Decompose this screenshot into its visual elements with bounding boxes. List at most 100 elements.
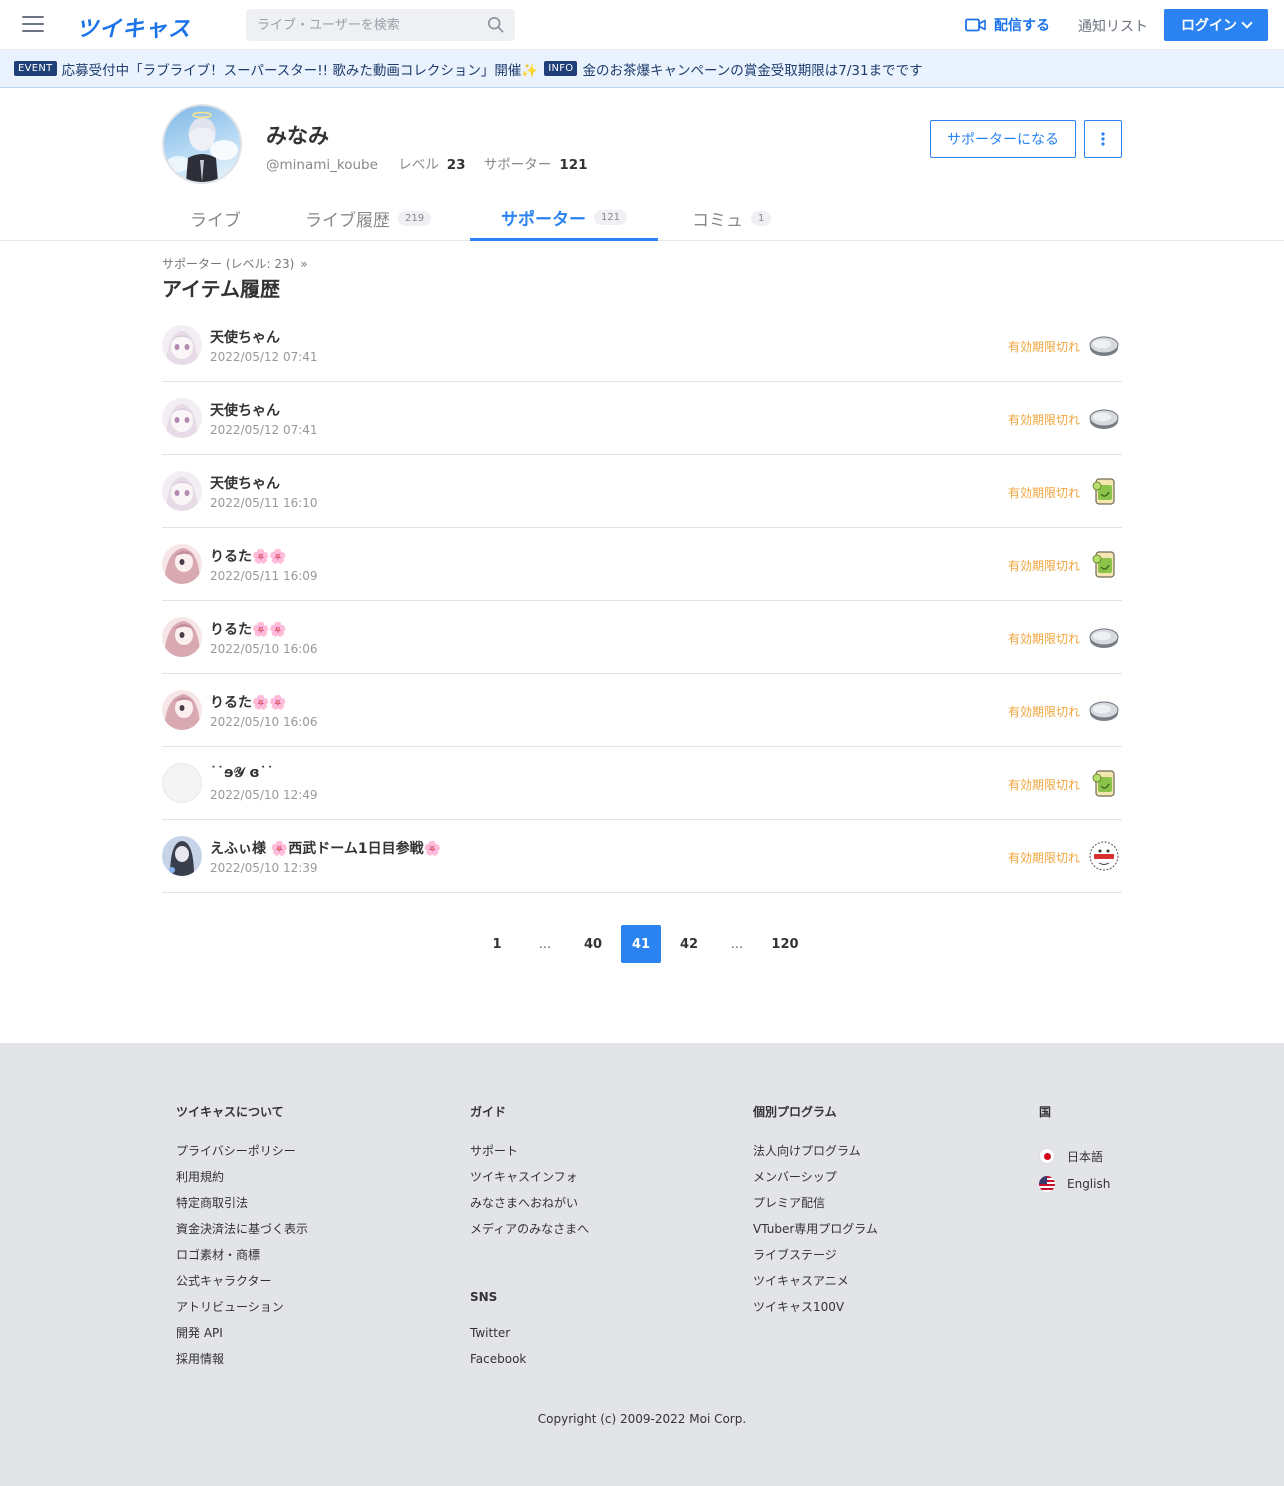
event-tag: EVENT [14,61,57,76]
language-english[interactable]: English [1039,1170,1110,1198]
footer-link[interactable]: みなさまへおねがい [470,1194,589,1220]
tab-supporters[interactable]: サポーター 121 [470,196,658,241]
become-supporter-button[interactable]: サポーターになる [930,120,1076,158]
level-label: レベル [398,157,439,173]
event-announcement-link[interactable]: 応募受付中「ラブライブ！スーパースター!! 歌みた動画コレクション」開催✨ [62,59,539,79]
info-tag: INFO [544,61,578,76]
page-link[interactable]: 41 [621,925,661,963]
status-label: 有効期限切れ [1007,851,1080,865]
coin-icon [1088,621,1120,653]
footer-link[interactable]: ツイキャス100V [753,1298,878,1324]
user-avatar[interactable] [162,325,202,365]
user-avatar[interactable] [162,398,202,438]
tab-live-history[interactable]: ライブ履歴 219 [305,196,432,241]
tab-label: ライブ [190,211,241,231]
footer-link[interactable]: Twitter [470,1326,589,1352]
footer-link[interactable]: ロゴ素材・商標 [176,1246,308,1272]
user-name-link[interactable]: 天使ちゃん [210,473,280,493]
pagination: 1... 40 41 42... 120 [477,925,813,963]
footer-link[interactable]: プレミア配信 [753,1194,878,1220]
copyright: Copyright (c) 2009-2022 Moi Corp. [537,1412,747,1426]
tab-live[interactable]: ライブ [190,196,241,241]
user-name-link[interactable]: 天使ちゃん [210,327,280,347]
item-date: 2022/05/11 16:09 [210,569,318,583]
user-avatar[interactable] [162,471,202,511]
item-date: 2022/05/12 07:41 [210,350,318,364]
footer-link[interactable]: プライバシーポリシー [176,1142,308,1168]
footer-link[interactable]: Facebook [470,1352,589,1378]
language-japanese[interactable]: 日本語 [1039,1142,1110,1170]
footer-link[interactable]: 開発 API [176,1324,308,1350]
footer-link[interactable]: 資金決済法に基づく表示 [176,1220,308,1246]
page-link[interactable]: 1 [477,925,517,963]
announcement-bar: EVENT 応募受付中「ラブライブ！スーパースター!! 歌みた動画コレクション」… [0,50,1284,88]
breadcrumb[interactable]: サポーター (レベル: 23) » [162,255,308,272]
user-avatar[interactable] [162,544,202,584]
status-label: 有効期限切れ [1007,632,1080,646]
item-history-list: 天使ちゃん 2022/05/12 07:41 有効期限切れ 天使ちゃん 2022/05/… [162,309,1122,893]
profile-avatar[interactable] [162,104,242,184]
page-link[interactable]: 120 [765,925,805,963]
user-name-link[interactable]: りるた🌸🌸 [210,546,287,566]
item-date: 2022/05/11 16:10 [210,496,318,510]
footer-link[interactable]: メンバーシップ [753,1168,878,1194]
status-label: 有効期限切れ [1007,559,1080,573]
info-announcement-link[interactable]: 金のお茶爆キャンペーンの賞金受取期限は7/31までです [582,59,922,79]
user-avatar[interactable] [162,617,202,657]
user-name-link[interactable]: えふぃ様 🌸西武ドーム1日目参戦🌸 [210,838,441,858]
breadcrumb-label: サポーター (レベル: 23) [162,257,295,271]
search-input[interactable] [246,9,476,41]
hamburger-menu-icon[interactable] [22,16,44,34]
status-label: 有効期限切れ [1007,705,1080,719]
broadcast-button[interactable]: 配信する [965,15,1050,35]
status-label: 有効期限切れ [1007,340,1080,354]
user-avatar[interactable] [162,763,202,803]
top-header: ツイキャス 配信する 通知リスト ログイン [0,0,1284,50]
user-name-link[interactable]: りるた🌸🌸 [210,692,287,712]
footer-heading: 個別プログラム [753,1105,837,1119]
user-avatar[interactable] [162,690,202,730]
footer-heading: SNS [470,1290,498,1304]
footer-link[interactable]: メディアのみなさまへ [470,1220,589,1246]
footer-link[interactable]: ツイキャスアニメ [753,1272,878,1298]
page-link[interactable]: 42 [669,925,709,963]
notification-list-link[interactable]: 通知リスト [1078,16,1148,36]
user-name-link[interactable]: りるた🌸🌸 [210,619,287,639]
footer-link[interactable]: サポート [470,1142,589,1168]
footer-link[interactable]: ツイキャスインフォ [470,1168,589,1194]
list-item: 天使ちゃん 2022/05/12 07:41 有効期限切れ [162,309,1122,382]
footer-heading: ツイキャスについて [176,1105,284,1119]
footer-link[interactable]: VTuber専用プログラム [753,1220,878,1246]
list-item: りるた🌸🌸 2022/05/11 16:09 有効期限切れ [162,528,1122,601]
language-label: 日本語 [1067,1149,1104,1164]
user-name-link[interactable]: ˙˙ɘ𝒴 ɞ˙˙ [210,765,274,781]
japan-flag-icon [1039,1148,1055,1164]
search-box [246,9,515,41]
profile-header: みなみ @minami_koube レベル 23 サポーター 121 サポーターにな… [162,104,1122,204]
tab-community[interactable]: コミュ 1 [692,196,772,241]
item-date: 2022/05/10 12:39 [210,861,318,875]
footer-link[interactable]: アトリビューション [176,1298,308,1324]
item-date: 2022/05/10 12:49 [210,788,318,802]
profile-meta: @minami_koube レベル 23 サポーター 121 [266,153,602,173]
broadcast-label: 配信する [994,18,1050,34]
more-options-button[interactable] [1084,120,1122,158]
search-icon[interactable] [487,16,505,34]
login-button[interactable]: ログイン [1164,9,1268,41]
page-link[interactable]: 40 [573,925,613,963]
user-avatar[interactable] [162,836,202,876]
footer-link[interactable]: 法人向けプログラム [753,1142,878,1168]
list-item: りるた🌸🌸 2022/05/10 16:06 有効期限切れ [162,601,1122,674]
site-logo[interactable]: ツイキャス [76,11,191,43]
footer-link[interactable]: ライブステージ [753,1246,878,1272]
footer-link[interactable]: 特定商取引法 [176,1194,308,1220]
supporter-count-label: サポーター [483,157,552,173]
footer-link[interactable]: 公式キャラクター [176,1272,308,1298]
footer-programs-column: 個別プログラム 法人向けプログラム メンバーシップ プレミア配信 VTuber専用プロ… [753,1103,878,1324]
footer-link[interactable]: 採用情報 [176,1350,308,1376]
site-footer: ツイキャスについて プライバシーポリシー 利用規約 特定商取引法 資金決済法に基づく表… [0,1043,1284,1486]
status-label: 有効期限切れ [1007,486,1080,500]
tea-icon [1088,475,1120,507]
user-name-link[interactable]: 天使ちゃん [210,400,280,420]
footer-link[interactable]: 利用規約 [176,1168,308,1194]
